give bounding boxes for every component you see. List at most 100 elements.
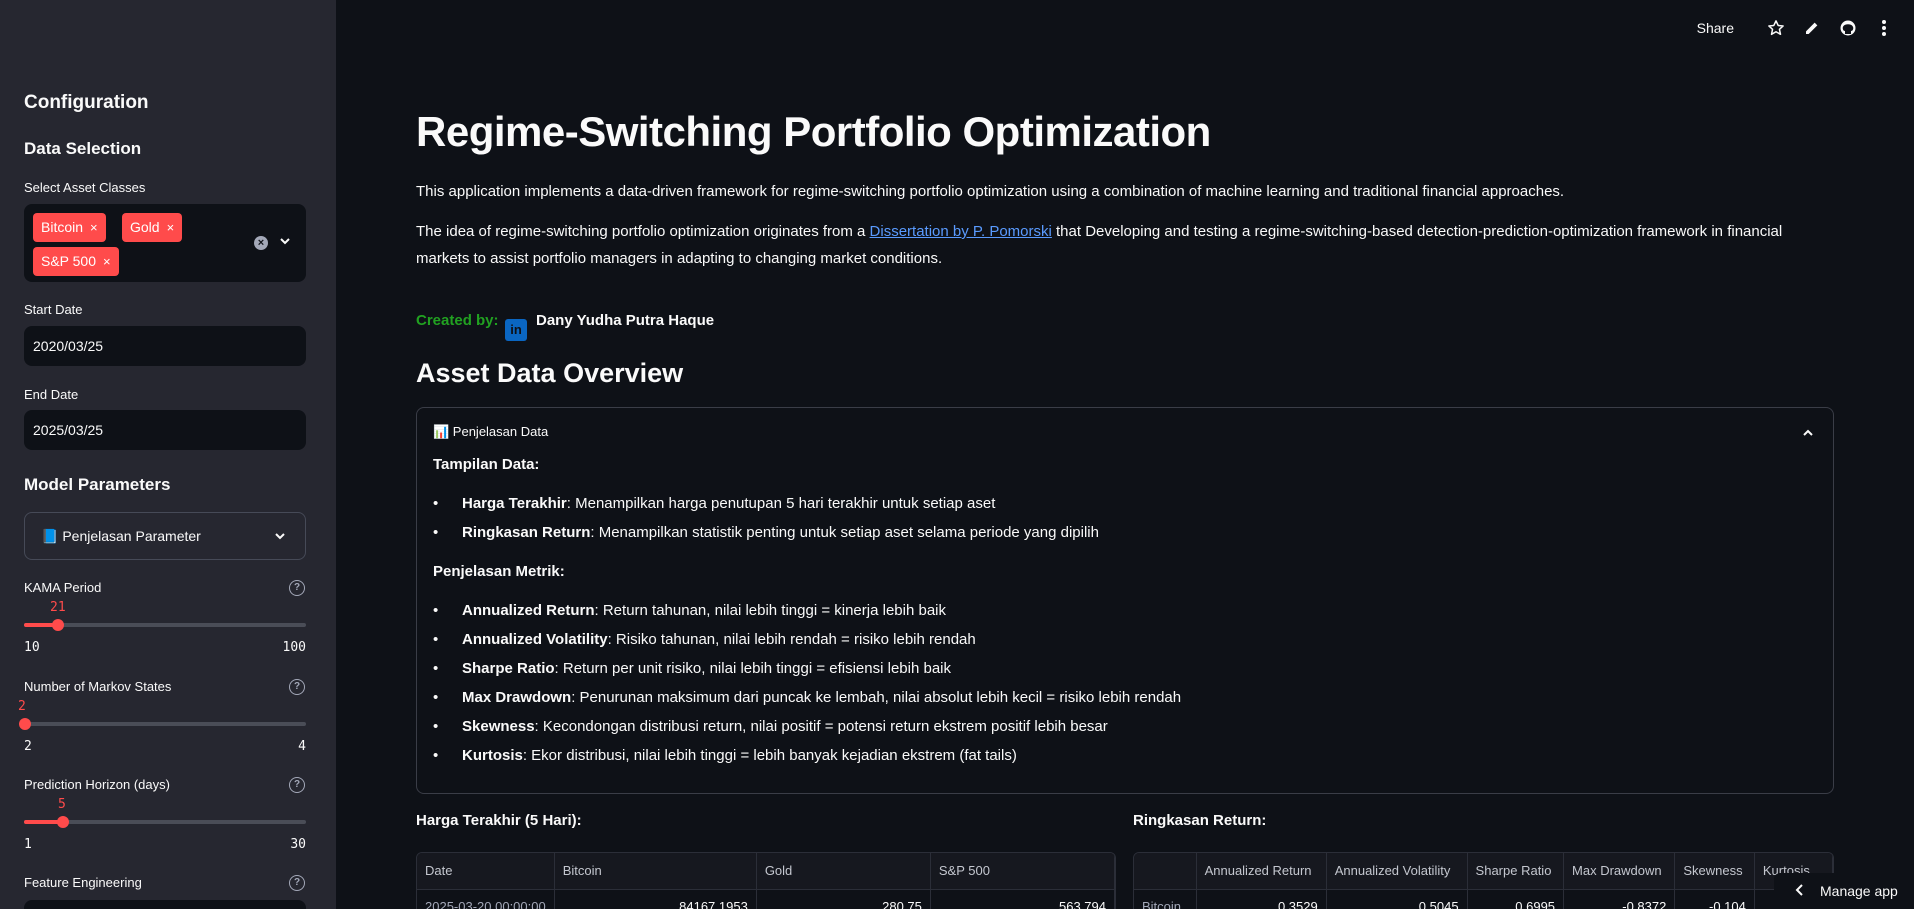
table-cell[interactable]: 563.794 <box>930 889 1115 909</box>
item-term: Sharpe Ratio <box>462 660 555 677</box>
column-header[interactable]: Skewness <box>1674 853 1755 890</box>
asset-tag-bitcoin[interactable]: Bitcoin × <box>33 213 106 242</box>
end-date-label: End Date <box>24 387 79 402</box>
prediction-horizon-label: Prediction Horizon (days) <box>24 777 170 792</box>
remove-tag-icon[interactable]: × <box>90 220 98 235</box>
item-desc: : Return tahunan, nilai lebih tinggi = k… <box>594 602 946 619</box>
markov-slider[interactable] <box>19 718 306 730</box>
manage-app-label: Manage app <box>1820 883 1898 899</box>
more-vertical-icon[interactable] <box>1874 18 1894 38</box>
help-icon[interactable]: ? <box>289 580 305 596</box>
markov-slider-thumb[interactable] <box>19 718 31 730</box>
help-icon[interactable]: ? <box>289 875 305 891</box>
column-header[interactable]: Annualized Volatility <box>1326 853 1468 890</box>
clear-selection-icon[interactable]: × <box>254 236 268 250</box>
help-icon[interactable]: ? <box>289 679 305 695</box>
select-asset-label: Select Asset Classes <box>24 180 146 195</box>
column-header[interactable]: Sharpe Ratio <box>1467 853 1565 890</box>
table-cell[interactable]: Bitcoin <box>1134 889 1197 909</box>
table-cell[interactable]: 0.3529 <box>1196 889 1327 909</box>
table-cell[interactable]: -0.104 <box>1674 889 1755 909</box>
kama-slider-max: 100 <box>282 640 306 655</box>
column-header[interactable]: S&P 500 <box>930 853 1115 890</box>
markov-states-label: Number of Markov States <box>24 679 172 694</box>
returns-table-title: Ringkasan Return: <box>1133 812 1267 829</box>
end-date-input[interactable]: 2025/03/25 <box>24 410 306 450</box>
parameter-explanation-expander[interactable]: 📘 Penjelasan Parameter <box>24 512 306 560</box>
horizon-slider-max: 30 <box>290 837 306 852</box>
asset-tag-gold[interactable]: Gold × <box>122 213 183 242</box>
display-heading: Tampilan Data: <box>433 456 540 473</box>
item-term: Annualized Volatility <box>462 631 608 648</box>
page-title: Regime-Switching Portfolio Optimization <box>416 108 1211 155</box>
remove-tag-icon[interactable]: × <box>167 220 175 235</box>
chevron-down-icon <box>273 529 287 548</box>
remove-tag-icon[interactable]: × <box>103 254 111 269</box>
chevron-left-icon <box>1794 883 1804 900</box>
table-cell[interactable]: 280.75 <box>756 889 931 909</box>
list-item: Harga Terakhir: Menampilkan harga penutu… <box>433 489 1813 518</box>
data-explanation-toggle[interactable]: 📊 Penjelasan Data <box>433 424 548 440</box>
sidebar: Configuration Data Selection Select Asse… <box>0 0 336 909</box>
item-desc: : Kecondongan distribusi return, nilai p… <box>534 718 1108 735</box>
item-term: Harga Terakhir <box>462 495 567 512</box>
star-icon[interactable] <box>1766 18 1786 38</box>
top-toolbar: Share <box>1697 18 1894 38</box>
table-row: Bitcoin 0.3529 0.5045 0.6995 -0.8372 -0.… <box>1134 889 1833 909</box>
parameter-explanation-label: 📘 Penjelasan Parameter <box>41 528 201 544</box>
list-item: Skewness: Kecondongan distribusi return,… <box>433 712 1813 741</box>
data-explanation-expander: 📊 Penjelasan Data Tampilan Data: Harga T… <box>416 407 1834 794</box>
markov-slider-value: 2 <box>18 699 26 714</box>
markov-slider-max: 4 <box>298 739 306 754</box>
item-term: Max Drawdown <box>462 689 572 706</box>
table-cell[interactable]: -0.8372 <box>1563 889 1676 909</box>
asset-tag-sp500[interactable]: S&P 500 × <box>33 247 119 276</box>
list-item: Annualized Volatility: Risiko tahunan, n… <box>433 625 1813 654</box>
help-icon[interactable]: ? <box>289 777 305 793</box>
start-date-input[interactable]: 2020/03/25 <box>24 326 306 366</box>
table-row: 2025-03-20 00:00:00 84167.1953 280.75 56… <box>417 889 1115 909</box>
horizon-slider-thumb[interactable] <box>57 816 69 828</box>
column-header[interactable]: Bitcoin <box>554 853 757 890</box>
asset-multiselect[interactable]: Bitcoin × Gold × S&P 500 × × <box>24 204 306 282</box>
asset-tag-label: S&P 500 <box>41 253 97 269</box>
column-header[interactable]: Gold <box>756 853 931 890</box>
github-icon[interactable] <box>1838 18 1858 38</box>
prices-table[interactable]: Date Bitcoin Gold S&P 500 2025-03-20 00:… <box>416 852 1116 909</box>
kama-slider-value: 21 <box>50 600 66 615</box>
display-list: Harga Terakhir: Menampilkan harga penutu… <box>433 489 1813 547</box>
table-cell[interactable]: 2025-03-20 00:00:00 <box>417 889 555 909</box>
asset-tag-label: Gold <box>130 219 160 235</box>
linkedin-icon[interactable]: in <box>505 319 527 341</box>
table-cell[interactable]: 84167.1953 <box>554 889 757 909</box>
column-header[interactable]: Annualized Return <box>1196 853 1327 890</box>
table-cell[interactable]: 0.5045 <box>1326 889 1468 909</box>
list-item: Kurtosis: Ekor distribusi, nilai lebih t… <box>433 741 1813 770</box>
table-cell[interactable]: 0.6995 <box>1467 889 1565 909</box>
column-header <box>1134 853 1197 890</box>
item-term: Ringkasan Return <box>462 524 591 541</box>
horizon-slider[interactable] <box>24 816 306 828</box>
manage-app-button[interactable]: Manage app <box>1774 873 1914 909</box>
item-term: Annualized Return <box>462 602 595 619</box>
column-header[interactable]: Date <box>417 853 555 890</box>
kama-slider[interactable] <box>24 619 306 631</box>
asset-tag-label: Bitcoin <box>41 219 84 235</box>
chevron-up-icon[interactable] <box>1801 426 1815 445</box>
list-item: Ringkasan Return: Menampilkan statistik … <box>433 518 1813 547</box>
dissertation-link[interactable]: Dissertation by P. Pomorski <box>870 223 1052 240</box>
chevron-down-icon[interactable] <box>278 234 292 253</box>
column-header[interactable]: Max Drawdown <box>1563 853 1676 890</box>
item-desc: : Menampilkan statistik penting untuk se… <box>590 524 1099 541</box>
share-button[interactable]: Share <box>1697 20 1734 36</box>
pencil-icon[interactable] <box>1802 18 1822 38</box>
sidebar-configuration-heading: Configuration <box>24 92 149 113</box>
feature-engineering-input[interactable] <box>24 900 306 909</box>
table-header-row: Annualized Return Annualized Volatility … <box>1134 853 1833 890</box>
horizon-slider-value: 5 <box>58 797 66 812</box>
created-by-label: Created by: <box>416 312 499 329</box>
kama-slider-thumb[interactable] <box>52 619 64 631</box>
asset-overview-heading: Asset Data Overview <box>416 358 684 388</box>
metrics-heading: Penjelasan Metrik: <box>433 563 565 580</box>
returns-table[interactable]: Annualized Return Annualized Volatility … <box>1133 852 1834 909</box>
